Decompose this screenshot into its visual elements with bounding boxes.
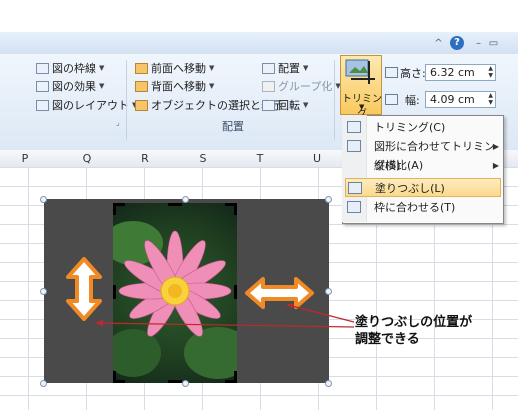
submenu-arrow-icon: ▶ <box>492 161 499 170</box>
crop-icon <box>347 121 361 133</box>
fit-icon <box>347 201 361 213</box>
callout-line-1: 塗りつぶしの位置が <box>355 315 473 330</box>
menu-item-label: トリミング(C) <box>374 121 446 134</box>
vertical-double-arrow-icon <box>66 257 102 321</box>
menu-item-fill[interactable]: 塗りつぶし(L) <box>345 178 501 197</box>
pointer-line <box>96 322 355 328</box>
menu-item-label: 枠に合わせる(T) <box>374 201 456 214</box>
menu-item-label: 縦横比(A) <box>374 159 424 172</box>
fill-icon <box>348 182 362 194</box>
horizontal-double-arrow-icon <box>245 277 314 309</box>
pointer-arrowhead-icon <box>95 320 103 326</box>
menu-item-label: 塗りつぶし(L) <box>375 182 445 195</box>
menu-item-crop-to-shape[interactable]: 図形に合わせてトリミング(S) ▶ <box>345 137 501 172</box>
pointer-line <box>287 304 355 323</box>
shape-crop-icon <box>347 140 361 152</box>
pointer-arrowhead-icon <box>286 304 294 308</box>
menu-item-aspect-ratio[interactable]: 縦横比(A) ▶ <box>345 156 501 175</box>
submenu-arrow-icon: ▶ <box>492 142 499 151</box>
callout-line-2: 調整できる <box>355 332 420 347</box>
menu-item-fit[interactable]: 枠に合わせる(T) <box>345 198 501 217</box>
annotation-callout: 塗りつぶしの位置が 調整できる <box>355 314 472 348</box>
menu-item-crop[interactable]: トリミング(C) <box>345 118 501 137</box>
